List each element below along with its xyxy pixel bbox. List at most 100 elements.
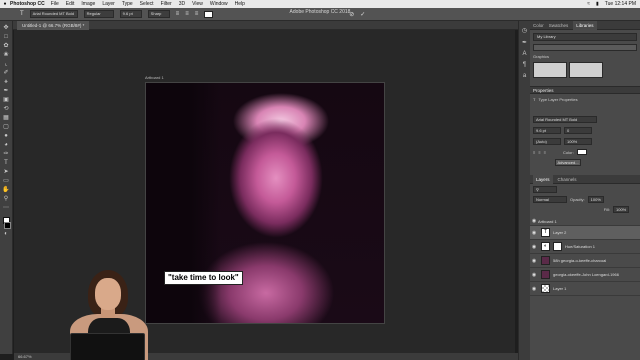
menu-file[interactable]: File	[51, 1, 59, 7]
lasso-icon[interactable]: ✿	[2, 43, 11, 50]
menu-filter[interactable]: Filter	[161, 1, 172, 7]
healing-icon[interactable]: ⚹	[2, 79, 11, 86]
blur-icon[interactable]: ●	[2, 133, 11, 140]
marquee-icon[interactable]: □	[2, 34, 11, 41]
menu-layer[interactable]: Layer	[102, 1, 115, 7]
align-right-icon[interactable]: ≡	[195, 11, 199, 17]
background-color-swatch[interactable]	[4, 222, 11, 229]
blend-mode-select[interactable]: Normal	[533, 196, 567, 203]
properties-tracking-field[interactable]: 0	[564, 127, 592, 134]
menu-3d[interactable]: 3D	[179, 1, 185, 7]
type-icon[interactable]: T	[2, 160, 11, 167]
properties-leading-field[interactable]: (Auto)	[533, 138, 561, 145]
library-section-graphics[interactable]: Graphics	[533, 54, 637, 59]
menu-view[interactable]: View	[192, 1, 203, 7]
tab-swatches[interactable]: Swatches	[549, 23, 569, 28]
pen-icon[interactable]: ✑	[2, 151, 11, 158]
library-item[interactable]	[569, 62, 603, 78]
menu-window[interactable]: Window	[210, 1, 228, 7]
history-icon[interactable]: ◷	[522, 27, 527, 34]
menu-image[interactable]: Image	[81, 1, 95, 7]
stamp-icon[interactable]: ▣	[2, 97, 11, 104]
more-tools-icon[interactable]: ⋯	[2, 205, 11, 212]
layer-filter-select[interactable]: ⚲	[533, 186, 557, 193]
properties-size-field[interactable]: 9.6 pt	[533, 127, 561, 134]
align-center-icon[interactable]: ≡	[538, 150, 540, 155]
history-brush-icon[interactable]: ⟲	[2, 106, 11, 113]
properties-header[interactable]: Properties	[530, 86, 640, 94]
path-select-icon[interactable]: ➤	[2, 169, 11, 176]
library-select[interactable]: My Library	[533, 33, 637, 41]
clock[interactable]: Tue 12:14 PM	[605, 1, 636, 7]
tab-layers[interactable]: Layers	[533, 174, 553, 184]
menu-select[interactable]: Select	[140, 1, 154, 7]
library-item[interactable]	[533, 62, 567, 78]
text-layer-thumbnail: T	[541, 228, 550, 237]
commit-icon[interactable]: ✓	[360, 11, 365, 18]
tools-panel: ✥ □ ✿ ❀ ⌞ ✐ ⚹ ✒ ▣ ⟲ ▦ ▢ ● ◕ ✑ T ➤ ▭ ✋ ⚲ …	[0, 21, 13, 354]
tab-channels[interactable]: Channels	[558, 177, 577, 182]
zoom-icon[interactable]: ⚲	[2, 196, 11, 203]
layer-row[interactable]: ◉ Artboard 1	[530, 217, 640, 226]
eye-icon[interactable]: ◉	[530, 218, 538, 224]
battery-icon[interactable]: ▮	[596, 1, 599, 7]
layer-row[interactable]: ◉ Layer 1	[530, 282, 640, 296]
artboard[interactable]: "take time to look"	[145, 82, 385, 324]
hand-icon[interactable]: ✋	[2, 187, 11, 194]
menu-help[interactable]: Help	[235, 1, 245, 7]
quick-select-icon[interactable]: ❀	[2, 52, 11, 59]
eye-icon[interactable]: ◉	[530, 258, 538, 264]
font-family-select[interactable]: Arial Rounded MT Bold	[29, 10, 78, 18]
gradient-icon[interactable]: ▢	[2, 124, 11, 131]
type-tool-icon[interactable]: T	[20, 11, 24, 17]
brush-icon[interactable]: ✒	[2, 88, 11, 95]
brush-settings-icon[interactable]: ✒	[522, 39, 527, 46]
font-size-field[interactable]: 9.6 pt	[119, 10, 142, 18]
eye-icon[interactable]: ◉	[530, 230, 538, 236]
type-layer-icon: T	[533, 97, 536, 102]
properties-scale-field[interactable]: 100%	[564, 138, 592, 145]
wifi-icon[interactable]: ≈	[587, 1, 590, 7]
menu-edit[interactable]: Edit	[66, 1, 75, 7]
advanced-button[interactable]: Advanced...	[555, 159, 581, 166]
font-style-select[interactable]: Regular	[83, 10, 114, 18]
eye-icon[interactable]: ◉	[530, 286, 538, 292]
layer-row[interactable]: ◉ georgia-okeeffe-John Loengard-1966	[530, 268, 640, 282]
character-icon[interactable]: A	[522, 51, 526, 57]
quick-mask-icon[interactable]: ◐	[2, 231, 11, 238]
opacity-field[interactable]: 100%	[587, 196, 604, 203]
document-tab[interactable]: Untitled-1 @ 66.7% (RGB/8#) *	[17, 21, 90, 30]
align-center-icon[interactable]: ≡	[185, 11, 189, 17]
layer-row[interactable]: ◉ T Layer 2	[530, 226, 640, 240]
layer-row[interactable]: ◉ 58h georgia-o-keeffe-charcoal	[530, 254, 640, 268]
fill-field[interactable]: 100%	[613, 206, 629, 213]
options-bar: T Arial Rounded MT Bold Regular 9.6 pt S…	[0, 8, 640, 21]
properties-color-swatch[interactable]	[576, 149, 587, 155]
eye-icon[interactable]: ◉	[530, 272, 538, 278]
zoom-readout[interactable]: 66.67%	[18, 354, 32, 359]
caption-text-layer[interactable]: "take time to look"	[164, 271, 243, 285]
crop-icon[interactable]: ⌞	[2, 61, 11, 68]
properties-font-select[interactable]: Arial Rounded MT Bold	[533, 116, 597, 123]
library-search-input[interactable]	[533, 44, 637, 51]
layer-row[interactable]: ◉ ◐ Hue/Saturation 1	[530, 240, 640, 254]
shape-icon[interactable]: ▭	[2, 178, 11, 185]
artboard-label[interactable]: Artboard 1	[145, 75, 164, 80]
eyedropper-icon[interactable]: ✐	[2, 70, 11, 77]
app-menu[interactable]: Photoshop CC	[10, 1, 45, 7]
glyphs-icon[interactable]: a	[523, 73, 526, 79]
align-left-icon[interactable]: ≡	[176, 11, 180, 17]
tab-libraries[interactable]: Libraries	[573, 20, 597, 30]
move-icon[interactable]: ✥	[2, 25, 11, 32]
tab-color[interactable]: Color	[533, 23, 544, 28]
text-color-swatch[interactable]	[204, 10, 214, 18]
dodge-icon[interactable]: ◕	[2, 142, 11, 149]
antialias-select[interactable]: Sharp	[147, 10, 170, 18]
apple-icon[interactable]: ●	[0, 1, 10, 7]
eraser-icon[interactable]: ▦	[2, 115, 11, 122]
paragraph-icon[interactable]: ¶	[523, 62, 526, 68]
align-left-icon[interactable]: ≡	[533, 150, 535, 155]
align-right-icon[interactable]: ≡	[544, 150, 546, 155]
menu-type[interactable]: Type	[122, 1, 133, 7]
eye-icon[interactable]: ◉	[530, 244, 538, 250]
